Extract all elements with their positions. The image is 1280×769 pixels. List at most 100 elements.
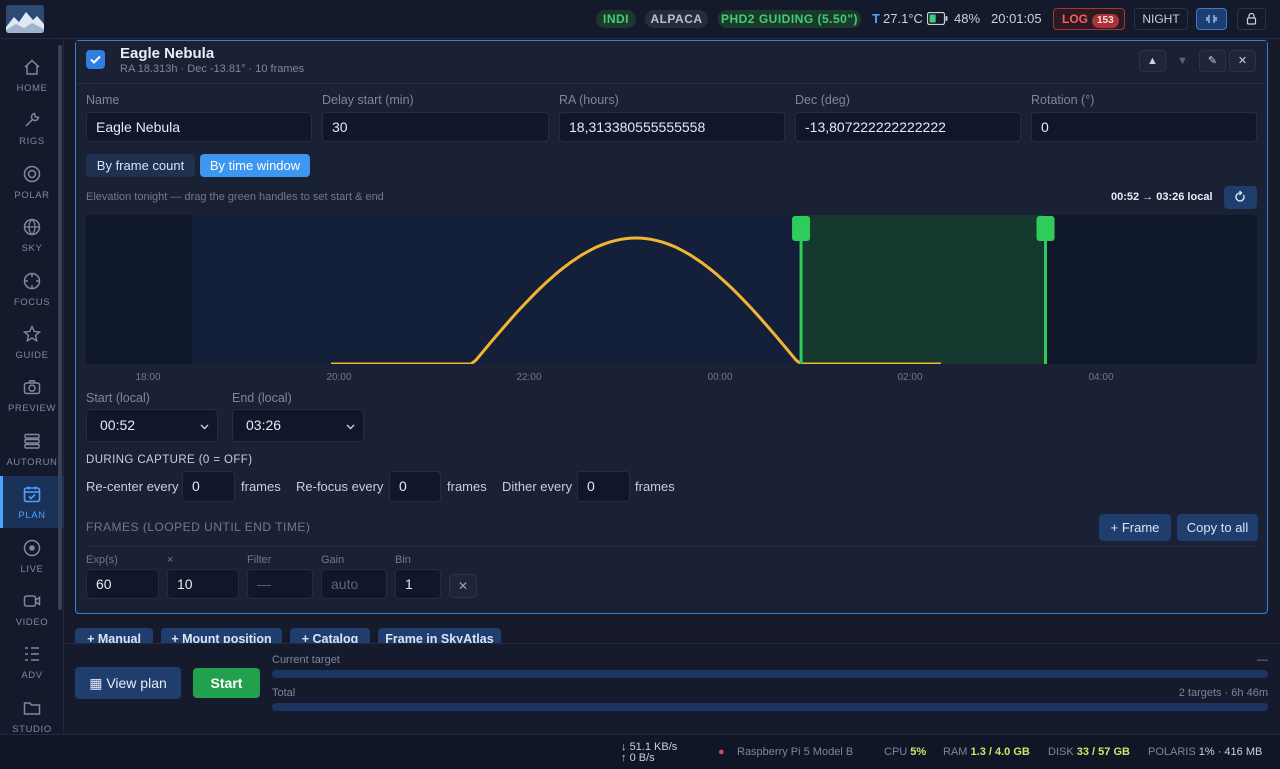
close-icon: ✕ bbox=[1237, 55, 1248, 67]
start-button[interactable]: Start bbox=[193, 668, 260, 698]
name-label: Name bbox=[86, 93, 120, 107]
recenter-label: Re-center every bbox=[86, 479, 179, 494]
time-tick: 02:00 bbox=[897, 372, 923, 383]
sidebar-item-sky[interactable]: SKY bbox=[0, 209, 64, 261]
sidebar-item-polar[interactable]: POLAR bbox=[0, 156, 64, 208]
sidebar-item-preview[interactable]: PREVIEW bbox=[0, 369, 64, 421]
tab-by-time-window[interactable]: By time window bbox=[200, 154, 310, 177]
bin-column-label: Bin bbox=[395, 554, 411, 566]
frame-in-skyatlas-button[interactable]: Frame in SkyAtlas bbox=[378, 628, 501, 644]
sidebar-item-guide[interactable]: GUIDE bbox=[0, 316, 64, 368]
copy-to-all-button[interactable]: Copy to all bbox=[1177, 514, 1258, 541]
triangle-up-icon: ▲ bbox=[1147, 55, 1158, 67]
app-logo[interactable] bbox=[6, 5, 44, 33]
target-card: Eagle Nebula RA 18.313h · Dec -13.81° · … bbox=[75, 40, 1268, 614]
sidebar-item-video[interactable]: VIDEO bbox=[0, 583, 64, 635]
delete-frame-row-button[interactable]: ✕ bbox=[449, 574, 477, 598]
move-up-button[interactable]: ▲ bbox=[1139, 50, 1166, 72]
end-time-select[interactable]: 03:26 bbox=[232, 409, 364, 442]
sidebar-item-label: FOCUS bbox=[13, 296, 51, 308]
stack-icon bbox=[22, 431, 42, 451]
fullscreen-button[interactable] bbox=[1196, 8, 1227, 30]
move-down-button[interactable]: ▼ bbox=[1169, 50, 1196, 72]
night-mode-button[interactable]: NIGHT bbox=[1134, 8, 1188, 30]
sidebar-item-adv[interactable]: ADV bbox=[0, 636, 64, 688]
rotation-input[interactable]: 0 bbox=[1031, 112, 1257, 142]
add-catalog-button[interactable]: + Catalog bbox=[290, 628, 370, 644]
recenter-input[interactable]: 0 bbox=[182, 471, 235, 502]
target-icon bbox=[22, 164, 42, 184]
sidebar-item-label: ADV bbox=[21, 670, 43, 682]
start-time-select[interactable]: 00:52 bbox=[86, 409, 218, 442]
upload-rate-value: 0 B/s bbox=[629, 752, 655, 764]
current-target-progress bbox=[272, 670, 1268, 678]
sidebar-item-label: POLAR bbox=[14, 189, 50, 201]
gain-input[interactable]: auto bbox=[321, 569, 387, 599]
dec-input[interactable]: -13,807222222222222 bbox=[795, 112, 1021, 142]
total-value: 2 targets · 6h 46m bbox=[1178, 687, 1268, 699]
disk-value: 33 / 57 GB bbox=[1076, 746, 1130, 758]
calendar-icon bbox=[22, 484, 42, 504]
disk-stat: DISK 33 / 57 GB bbox=[1048, 746, 1130, 759]
frames-section-title: FRAMES (LOOPED UNTIL END TIME) bbox=[86, 520, 311, 534]
during-capture-title: DURING CAPTURE (0 = OFF) bbox=[86, 454, 253, 466]
indi-status-pill[interactable]: INDI bbox=[596, 10, 636, 28]
tab-by-frame-count[interactable]: By frame count bbox=[86, 154, 195, 177]
time-tick: 18:00 bbox=[135, 372, 161, 383]
count-input[interactable]: 10 bbox=[167, 569, 239, 599]
disk-label: DISK bbox=[1048, 746, 1074, 758]
end-time-label: End (local) bbox=[232, 391, 292, 405]
refocus-input[interactable]: 0 bbox=[389, 471, 441, 502]
list-icon bbox=[22, 644, 42, 664]
view-plan-button[interactable]: ▦ View plan bbox=[75, 667, 181, 699]
sidebar-item-live[interactable]: LIVE bbox=[0, 530, 64, 582]
sidebar-item-home[interactable]: HOME bbox=[0, 49, 64, 101]
target-subtitle: RA 18.313h · Dec -13.81° · 10 frames bbox=[120, 63, 305, 75]
sidebar: STUDIO ADV VIDEO LIVE PLAN AUTORUN PREVIEW GUID… bbox=[0, 39, 64, 735]
video-icon bbox=[22, 591, 42, 611]
exposure-input[interactable]: 60 bbox=[86, 569, 159, 599]
time-tick: 04:00 bbox=[1088, 372, 1114, 383]
phd2-status-pill[interactable]: PHD2 GUIDING (5.50") bbox=[718, 10, 861, 28]
edit-button[interactable]: ✎ bbox=[1199, 50, 1226, 72]
elevation-chart[interactable] bbox=[86, 215, 1257, 364]
live-icon bbox=[22, 538, 42, 558]
sidebar-item-autorun[interactable]: AUTORUN bbox=[0, 423, 64, 475]
target-enabled-checkbox[interactable] bbox=[86, 50, 105, 69]
current-target-value: — bbox=[1257, 654, 1268, 666]
temperature-readout: 27.1°C bbox=[883, 11, 923, 26]
triangle-down-icon: ▼ bbox=[1177, 55, 1188, 67]
sidebar-item-plan[interactable]: PLAN bbox=[0, 476, 64, 529]
clock: 20:01:05 bbox=[991, 11, 1042, 26]
remove-target-button[interactable]: ✕ bbox=[1229, 50, 1256, 72]
upload-rate: ↑ 0 B/s bbox=[621, 752, 655, 765]
refresh-icon bbox=[1235, 190, 1245, 202]
sidebar-item-label: SKY bbox=[21, 243, 43, 255]
delay-input[interactable]: 30 bbox=[322, 112, 549, 142]
battery-percent: 48% bbox=[954, 11, 981, 26]
name-input[interactable]: Eagle Nebula bbox=[86, 112, 312, 142]
add-frame-button[interactable]: + Frame bbox=[1099, 514, 1171, 541]
log-button[interactable]: LOG 153 bbox=[1053, 8, 1125, 30]
alpaca-status-pill[interactable]: ALPACA bbox=[645, 10, 708, 28]
sidebar-item-label: PLAN bbox=[18, 510, 46, 522]
dither-input[interactable]: 0 bbox=[577, 471, 630, 502]
sidebar-item-label: RIGS bbox=[19, 136, 45, 148]
refresh-elevation-button[interactable] bbox=[1224, 186, 1257, 209]
sidebar-item-label: VIDEO bbox=[15, 617, 49, 628]
add-manual-button[interactable]: + Manual bbox=[75, 628, 153, 644]
bin-input[interactable]: 1 bbox=[395, 569, 441, 599]
sidebar-item-rigs[interactable]: RIGS bbox=[0, 102, 64, 154]
selected-window-region bbox=[801, 215, 1046, 364]
dither-unit: frames bbox=[635, 479, 675, 494]
focus-icon bbox=[22, 271, 42, 291]
arrow-up-icon: ↑ bbox=[621, 752, 630, 764]
sidebar-item-focus[interactable]: FOCUS bbox=[0, 263, 64, 315]
current-target-label: Current target bbox=[272, 654, 340, 666]
ra-input[interactable]: 18,313380555555558 bbox=[559, 112, 785, 142]
filter-select[interactable]: — bbox=[247, 569, 313, 599]
sidebar-scrollbar[interactable] bbox=[58, 45, 62, 610]
lock-button[interactable] bbox=[1237, 8, 1266, 30]
add-mount-position-button[interactable]: + Mount position bbox=[161, 628, 282, 644]
top-bar: INDI ALPACA PHD2 GUIDING (5.50") T 27.1°… bbox=[0, 0, 1280, 39]
